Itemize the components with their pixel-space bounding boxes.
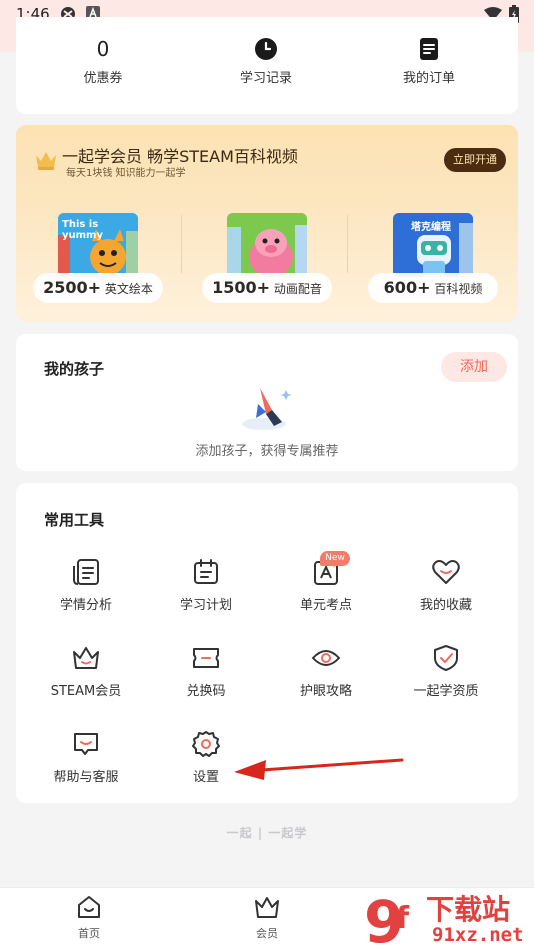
feature-count: 600+ — [383, 278, 431, 297]
tool-redeem-code[interactable]: 兑换码 — [146, 642, 266, 699]
my-kids-title: 我的孩子 — [44, 360, 105, 378]
nav-member[interactable]: 会员 — [227, 895, 307, 941]
gear-icon — [146, 728, 266, 760]
add-kid-button[interactable]: 添加 — [441, 352, 507, 382]
tool-label: 学习计划 — [179, 598, 232, 613]
picture-book-thumb-text: This is yummy — [62, 219, 103, 241]
vip-crown-icon — [36, 152, 56, 170]
common-tools-card: 常用工具 学情分析 学习计划 单元考点 我的收藏 STEAM会员 兑换码 护眼攻… — [16, 483, 518, 803]
common-tools-title: 常用工具 — [44, 511, 105, 529]
feature-picture-books[interactable]: This is yummy 2500+ 英文绘本 — [28, 213, 168, 303]
feature-pill: 600+ 百科视频 — [368, 273, 498, 303]
feature-animation-dubbing[interactable]: 1500+ 动画配音 — [197, 213, 337, 303]
vip-open-button[interactable]: 立即开通 — [444, 148, 506, 172]
tool-label: 学情分析 — [59, 598, 112, 613]
feature-label: 百科视频 — [434, 282, 483, 296]
site-watermark: 9 f 下载站 91xz.net — [362, 888, 534, 950]
watermark-brand: 下载站 — [426, 893, 511, 926]
vip-banner[interactable]: 一起学会员 畅学STEAM百科视频 每天1块钱 知识能力一起学 立即开通 Thi… — [16, 125, 518, 322]
tool-label: 单元考点 — [299, 598, 352, 613]
heart-icon — [386, 556, 506, 588]
study-analysis-icon — [26, 556, 146, 588]
home-icon — [78, 896, 100, 918]
tool-label: 兑换码 — [186, 684, 226, 699]
picture-book-thumbnail: This is yummy — [58, 213, 138, 277]
coupon-count: 0 — [96, 37, 110, 61]
tool-qualification[interactable]: 一起学资质 — [386, 642, 506, 699]
nav-home[interactable]: 首页 — [49, 895, 129, 941]
vip-subtitle: 每天1块钱 知识能力一起学 — [66, 168, 186, 179]
ticket-icon — [146, 642, 266, 674]
watermark-logo: 9 f — [364, 888, 410, 950]
feature-count: 2500+ — [43, 278, 102, 297]
tool-favorites[interactable]: 我的收藏 — [386, 556, 506, 613]
feature-label: 动画配音 — [273, 282, 322, 296]
feature-count: 1500+ — [212, 278, 271, 297]
tool-help-service[interactable]: 帮助与客服 — [26, 728, 146, 785]
rocket-illustration — [242, 388, 292, 430]
nav-member-label: 会员 — [256, 927, 278, 940]
feature-label: 英文绘本 — [104, 282, 153, 296]
account-stats-card: 0 优惠券 学习记录 我的订单 — [16, 17, 518, 114]
tool-settings[interactable]: 设置 — [146, 728, 266, 785]
feature-encyclopedia-videos[interactable]: 塔克编程 600+ 百科视频 — [363, 213, 503, 303]
my-kids-card: 我的孩子 添加 添加孩子，获得专属推荐 — [16, 334, 518, 471]
tool-study-plan[interactable]: 学习计划 — [146, 556, 266, 613]
help-chat-icon — [26, 728, 146, 760]
crown-icon — [26, 642, 146, 674]
order-list-icon — [369, 35, 489, 63]
divider — [347, 215, 348, 273]
new-badge: New — [320, 551, 350, 566]
footer-logo: 一起 | 一起学 — [226, 826, 308, 840]
tool-label: STEAM会员 — [50, 684, 122, 699]
feature-pill: 2500+ 英文绘本 — [33, 273, 163, 303]
nav-home-label: 首页 — [78, 927, 100, 940]
study-record-stat[interactable]: 学习记录 — [206, 35, 326, 86]
calendar-plan-icon — [146, 556, 266, 588]
tool-eye-care[interactable]: 护眼攻略 — [266, 642, 386, 699]
tool-label: 我的收藏 — [419, 598, 472, 613]
tool-label: 一起学资质 — [413, 684, 479, 699]
coupon-label: 优惠券 — [83, 71, 123, 86]
eye-icon — [266, 642, 386, 674]
coupon-stat[interactable]: 0 优惠券 — [43, 35, 163, 86]
feature-pill: 1500+ 动画配音 — [202, 273, 332, 303]
shield-check-icon — [386, 642, 506, 674]
study-record-label: 学习记录 — [239, 71, 292, 86]
divider — [181, 215, 182, 273]
tool-label: 帮助与客服 — [53, 770, 119, 785]
tool-label: 护眼攻略 — [299, 684, 352, 699]
add-kid-hint: 添加孩子，获得专属推荐 — [195, 444, 339, 459]
member-crown-icon — [255, 897, 279, 918]
my-orders-label: 我的订单 — [402, 71, 455, 86]
dubbing-thumbnail — [227, 213, 307, 277]
encyclopedia-thumb-text: 塔克编程 — [411, 222, 451, 233]
tool-study-analysis[interactable]: 学情分析 — [26, 556, 146, 613]
my-orders-stat[interactable]: 我的订单 — [369, 35, 489, 86]
tool-label: 设置 — [192, 770, 219, 785]
svg-text:f: f — [396, 901, 410, 936]
tool-steam-member[interactable]: STEAM会员 — [26, 642, 146, 699]
encyclopedia-thumbnail: 塔克编程 — [393, 213, 473, 277]
watermark-url: 91xz.net — [432, 924, 524, 946]
clock-icon — [206, 35, 326, 63]
